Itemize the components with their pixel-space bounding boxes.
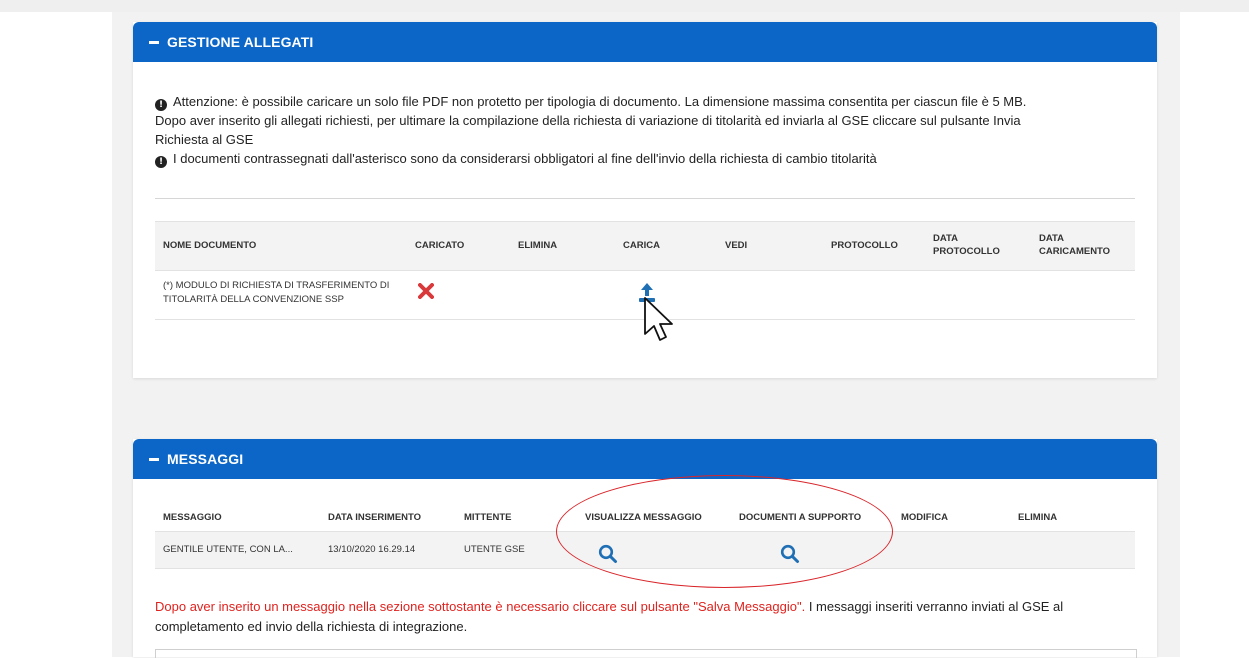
col-elimina: ELIMINA bbox=[1018, 512, 1058, 523]
col-elimina: ELIMINA bbox=[518, 240, 558, 251]
col-data-caricamento-line2: CARICAMENTO bbox=[1039, 246, 1111, 257]
col-data-protocollo-line1: DATA bbox=[933, 233, 958, 244]
col-nome-documento: NOME DOCUMENTO bbox=[163, 240, 257, 251]
document-name: (*) MODULO DI RICHIESTA DI TRASFERIMENTO… bbox=[163, 279, 403, 307]
document-name-line2: TITOLARITÀ DELLA CONVENZIONE SSP bbox=[163, 294, 344, 305]
info-line-3: Richiesta al GSE bbox=[155, 132, 254, 147]
info-icon: ! bbox=[155, 156, 167, 168]
gestione-allegati-title: GESTIONE ALLEGATI bbox=[167, 34, 314, 50]
messaggi-note: Dopo aver inserito un messaggio nella se… bbox=[155, 597, 1145, 637]
messaggi-title: MESSAGGI bbox=[167, 451, 244, 467]
note-black-text-1: I messaggi inseriti verranno inviati al … bbox=[805, 599, 1064, 614]
top-bar bbox=[0, 0, 1249, 12]
x-icon bbox=[418, 283, 434, 299]
collapse-minus-icon[interactable] bbox=[149, 40, 159, 44]
message-sender: UTENTE GSE bbox=[464, 544, 525, 555]
collapse-minus-icon[interactable] bbox=[149, 457, 159, 461]
messaggi-header[interactable]: MESSAGGI bbox=[133, 439, 1157, 479]
note-black-text-2: completamento ed invio della richiesta d… bbox=[155, 619, 468, 634]
col-vedi: VEDI bbox=[725, 240, 748, 251]
gestione-allegati-header[interactable]: GESTIONE ALLEGATI bbox=[133, 22, 1157, 62]
document-name-line1: (*) MODULO DI RICHIESTA DI TRASFERIMENTO… bbox=[163, 280, 390, 291]
col-carica: CARICA bbox=[623, 240, 660, 251]
info-note-2: ! I documenti contrassegnati dall'asteris… bbox=[155, 149, 1115, 168]
col-caricato: CARICATO bbox=[415, 240, 465, 251]
message-date: 13/10/2020 16.29.14 bbox=[328, 544, 416, 555]
allegati-table-header: NOME DOCUMENTO CARICATO ELIMINA CARICA V… bbox=[155, 221, 1135, 271]
note-red-text: Dopo aver inserito un messaggio nella se… bbox=[155, 599, 806, 614]
col-modifica: MODIFICA bbox=[901, 512, 948, 523]
col-data-protocollo-line2: PROTOCOLLO bbox=[933, 246, 1000, 257]
col-data-inserimento: DATA INSERIMENTO bbox=[328, 512, 422, 523]
col-messaggio: MESSAGGIO bbox=[163, 512, 222, 523]
info-note-1: ! Attenzione: è possibile caricare un sol… bbox=[155, 92, 1115, 111]
info-line-4: I documenti contrassegnati dall'asterisc… bbox=[173, 151, 877, 166]
highlight-ellipse bbox=[556, 475, 893, 588]
col-data-caricamento-line1: DATA bbox=[1039, 233, 1064, 244]
info-line-1: Attenzione: è possibile caricare un solo… bbox=[173, 94, 1027, 109]
col-data-caricamento: DATA CARICAMENTO bbox=[1039, 232, 1110, 258]
info-line-2: Dopo aver inserito gli allegati richiest… bbox=[155, 113, 1021, 128]
info-notes: ! Attenzione: è possibile caricare un sol… bbox=[155, 92, 1115, 168]
col-mittente: MITTENTE bbox=[464, 512, 512, 523]
col-data-protocollo: DATA PROTOCOLLO bbox=[933, 232, 1000, 258]
mouse-cursor-icon bbox=[644, 297, 673, 341]
divider bbox=[155, 198, 1135, 199]
info-icon: ! bbox=[155, 99, 167, 111]
message-preview: GENTILE UTENTE, CON LA... bbox=[163, 544, 293, 555]
col-protocollo: PROTOCOLLO bbox=[831, 240, 898, 251]
